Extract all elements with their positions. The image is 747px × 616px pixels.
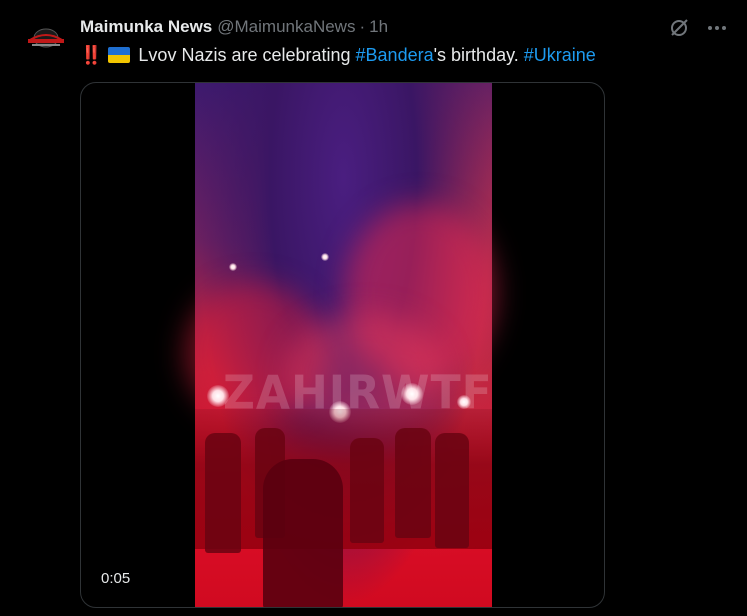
ukraine-flag-icon (108, 47, 131, 63)
post-header: Maimunka News @MaimunkaNews · 1h (80, 16, 388, 38)
video-player[interactable]: ZAHIRWTF 0:05 (80, 82, 605, 608)
post-top-actions (667, 16, 729, 40)
video-duration: 0:05 (101, 570, 131, 587)
more-horizontal-icon[interactable] (705, 16, 729, 40)
post-timestamp[interactable]: 1h (369, 17, 388, 37)
author-name[interactable]: Maimunka News (80, 17, 212, 37)
maimunka-logo-icon (28, 28, 64, 48)
author-avatar[interactable] (24, 26, 68, 50)
header-separator: · (359, 17, 366, 36)
post-text: ‼️ Lvov Nazis are celebrating #Bandera '… (80, 43, 596, 67)
grok-icon[interactable] (667, 16, 691, 40)
post-text-part2: 's birthday. (433, 45, 524, 65)
author-handle[interactable]: @MaimunkaNews (217, 17, 355, 37)
hashtag-ukraine[interactable]: #Ukraine (524, 43, 596, 67)
video-frame[interactable]: ZAHIRWTF (185, 83, 495, 607)
post-text-part1: Lvov Nazis are celebrating (138, 45, 356, 65)
video-watermark: ZAHIRWTF (223, 366, 493, 421)
double-exclamation-icon: ‼️ (80, 45, 102, 65)
hashtag-bandera[interactable]: #Bandera (356, 43, 434, 67)
